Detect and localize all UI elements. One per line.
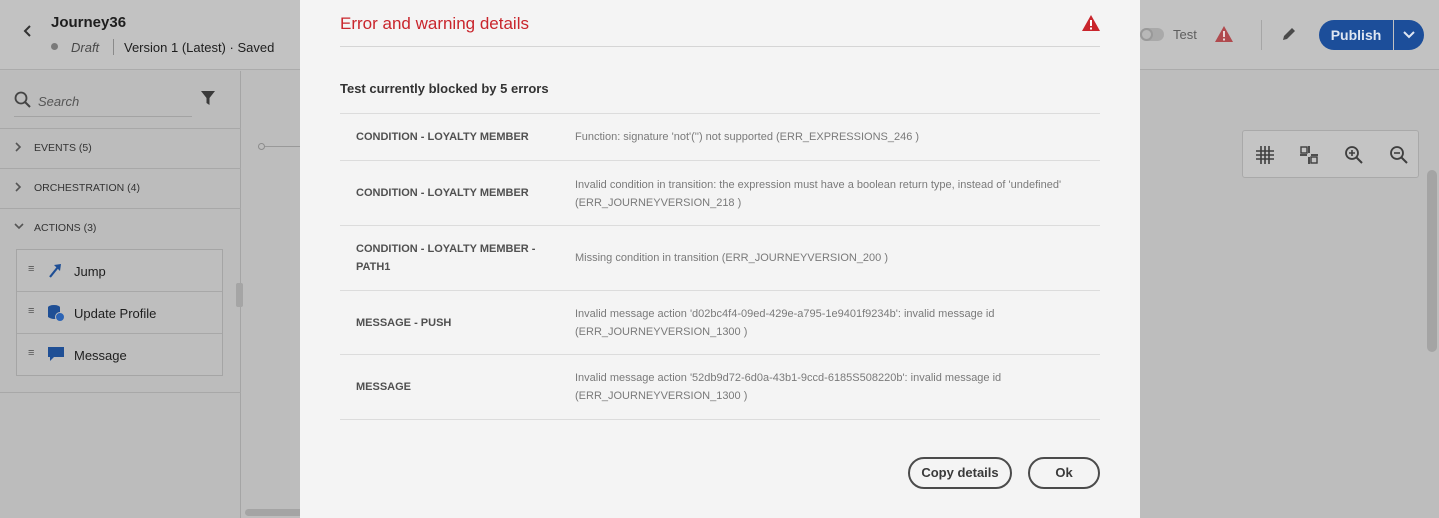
divider: [340, 46, 1100, 47]
action-item-message[interactable]: ≡ Message: [17, 334, 222, 376]
action-label: Jump: [74, 264, 106, 279]
table-row: MESSAGE - PUSH Invalid message action 'd…: [340, 291, 1100, 355]
database-icon: [47, 304, 65, 327]
chat-bubble-icon: [47, 346, 65, 367]
error-source: CONDITION - LOYALTY MEMBER: [356, 187, 529, 199]
error-source: CONDITION - LOYALTY MEMBER - PATH1: [356, 243, 536, 273]
activity-palette: Search EVENTS (5) ORCHESTRATION (4) ACTI…: [0, 71, 241, 518]
test-label: Test: [1173, 27, 1197, 42]
grid-icon[interactable]: [1255, 145, 1275, 170]
status-dot-icon: [51, 43, 58, 50]
error-table: CONDITION - LOYALTY MEMBER Function: sig…: [340, 113, 1100, 420]
search-placeholder: Search: [38, 94, 80, 109]
drag-handle-icon[interactable]: ≡: [28, 347, 34, 359]
error-summary: Test currently blocked by 5 errors: [340, 81, 549, 96]
dialog-title: Error and warning details: [340, 14, 529, 33]
chevron-down-icon: [14, 222, 24, 233]
zoom-out-icon[interactable]: [1389, 145, 1409, 170]
section-label: ORCHESTRATION (4): [34, 182, 140, 194]
canvas-node-connector[interactable]: [258, 143, 265, 150]
ok-button[interactable]: Ok: [1028, 457, 1100, 489]
chevron-right-icon: [14, 182, 22, 195]
divider: [113, 39, 114, 55]
vertical-scrollbar[interactable]: [1427, 170, 1437, 352]
table-row: CONDITION - LOYALTY MEMBER - PATH1 Missi…: [340, 226, 1100, 291]
error-source: MESSAGE: [356, 381, 412, 393]
zoom-in-icon[interactable]: [1344, 145, 1364, 170]
action-item-update-profile[interactable]: ≡ Update Profile: [17, 292, 222, 334]
back-button[interactable]: [18, 24, 38, 44]
section-label: ACTIONS (3): [34, 222, 97, 234]
drag-handle-icon[interactable]: ≡: [28, 263, 34, 275]
error-message: Invalid message action '52db9d72-6d0a-43…: [575, 372, 1002, 402]
divider: [0, 392, 241, 393]
table-row: CONDITION - LOYALTY MEMBER Invalid condi…: [340, 161, 1100, 226]
section-events[interactable]: EVENTS (5): [0, 128, 241, 168]
version-label: Version 1 (Latest) · Saved: [124, 40, 275, 55]
filter-icon[interactable]: [200, 90, 216, 111]
search-input[interactable]: Search: [14, 89, 192, 117]
error-source: MESSAGE - PUSH: [356, 317, 452, 329]
warning-icon: [1081, 14, 1101, 37]
journey-title: Journey36: [51, 14, 127, 31]
publish-dropdown-button[interactable]: [1394, 20, 1424, 50]
error-details-dialog: Error and warning details Test currently…: [300, 0, 1140, 518]
chevron-down-icon: [1403, 31, 1415, 39]
horizontal-scrollbar[interactable]: [245, 509, 305, 516]
error-message: Missing condition in transition (ERR_JOU…: [575, 252, 889, 264]
canvas-toolbar: [1242, 130, 1419, 178]
error-message: Invalid condition in transition: the exp…: [575, 179, 1062, 209]
warning-icon[interactable]: [1214, 25, 1234, 48]
action-label: Update Profile: [74, 306, 157, 321]
search-icon: [14, 91, 31, 108]
chevron-left-icon: [23, 25, 31, 37]
table-row: CONDITION - LOYALTY MEMBER Function: sig…: [340, 114, 1100, 161]
copy-details-button[interactable]: Copy details: [908, 457, 1012, 489]
section-orchestration[interactable]: ORCHESTRATION (4): [0, 168, 241, 208]
publish-button[interactable]: Publish: [1319, 20, 1393, 50]
section-actions[interactable]: ACTIONS (3): [0, 208, 241, 248]
error-message: Invalid message action 'd02bc4f4-09ed-42…: [575, 308, 995, 338]
journey-status: Draft: [71, 40, 100, 55]
pencil-icon[interactable]: [1280, 25, 1298, 48]
error-source: CONDITION - LOYALTY MEMBER: [356, 131, 529, 143]
actions-list: ≡ Jump ≡ Update Profile ≡ Message: [16, 249, 223, 376]
section-label: EVENTS (5): [34, 142, 92, 154]
divider: [1261, 20, 1262, 50]
jump-arrow-icon: [47, 262, 63, 283]
error-message: Function: signature 'not'('') not suppor…: [575, 131, 920, 143]
test-mode-toggle[interactable]: [1140, 28, 1164, 41]
panel-resize-handle[interactable]: [236, 283, 243, 307]
fit-to-screen-icon[interactable]: [1299, 145, 1319, 170]
canvas-connection-line: [265, 146, 301, 147]
drag-handle-icon[interactable]: ≡: [28, 305, 34, 317]
table-row: MESSAGE Invalid message action '52db9d72…: [340, 355, 1100, 420]
action-item-jump[interactable]: ≡ Jump: [17, 250, 222, 292]
chevron-right-icon: [14, 142, 22, 155]
action-label: Message: [74, 348, 127, 363]
